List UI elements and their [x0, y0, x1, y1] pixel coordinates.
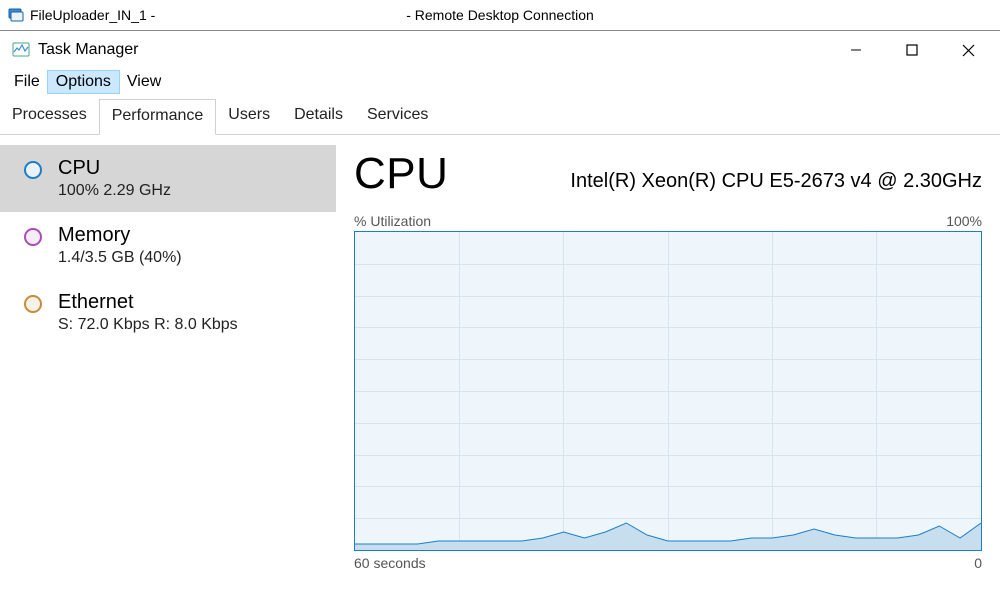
sidebar-cpu-sub: 100% 2.29 GHz: [58, 182, 171, 200]
menu-file[interactable]: File: [6, 71, 48, 93]
graph-x-right: 0: [974, 555, 982, 571]
sidebar-memory-sub: 1.4/3.5 GB (40%): [58, 249, 182, 267]
cpu-icon: [24, 161, 42, 179]
graph-labels-bottom: 60 seconds 0: [354, 555, 982, 571]
sidebar-cpu-title: CPU: [58, 157, 171, 180]
app-title: Task Manager: [38, 41, 828, 59]
tab-processes[interactable]: Processes: [0, 99, 99, 134]
window-controls: [828, 31, 996, 69]
menu-bar: File Options View: [0, 69, 1000, 99]
maximize-button[interactable]: [884, 31, 940, 69]
ethernet-icon: [24, 295, 42, 313]
close-button[interactable]: [940, 31, 996, 69]
performance-main: CPU Intel(R) Xeon(R) CPU E5-2673 v4 @ 2.…: [336, 135, 1000, 609]
graph-x-left: 60 seconds: [354, 555, 426, 571]
tab-details[interactable]: Details: [282, 99, 355, 134]
rdc-title-bar: FileUploader_IN_1 - - Remote Desktop Con…: [0, 0, 1000, 31]
memory-icon: [24, 228, 42, 246]
graph-labels-top: % Utilization 100%: [354, 213, 982, 229]
task-manager-icon: [12, 41, 30, 59]
graph-y-label: % Utilization: [354, 213, 431, 229]
main-heading: CPU: [354, 149, 448, 199]
menu-options[interactable]: Options: [48, 71, 119, 93]
tab-services[interactable]: Services: [355, 99, 440, 134]
sidebar-memory-title: Memory: [58, 224, 182, 247]
rdc-host-name: FileUploader_IN_1 -: [30, 7, 155, 23]
tm-title-bar: Task Manager: [0, 31, 1000, 69]
graph-y-max: 100%: [946, 213, 982, 229]
rdc-icon: [8, 7, 24, 23]
sidebar-item-memory[interactable]: Memory 1.4/3.5 GB (40%): [0, 212, 336, 279]
sidebar-item-ethernet[interactable]: Ethernet S: 72.0 Kbps R: 8.0 Kbps: [0, 279, 336, 346]
cpu-model: Intel(R) Xeon(R) CPU E5-2673 v4 @ 2.30GH…: [488, 170, 982, 199]
cpu-utilization-graph[interactable]: [354, 231, 982, 551]
minimize-button[interactable]: [828, 31, 884, 69]
menu-view[interactable]: View: [119, 71, 169, 93]
sidebar-ethernet-title: Ethernet: [58, 291, 238, 314]
tab-performance[interactable]: Performance: [99, 99, 217, 135]
sidebar-ethernet-sub: S: 72.0 Kbps R: 8.0 Kbps: [58, 316, 238, 334]
tab-users[interactable]: Users: [216, 99, 282, 134]
tab-strip: Processes Performance Users Details Serv…: [0, 99, 1000, 135]
performance-sidebar: CPU 100% 2.29 GHz Memory 1.4/3.5 GB (40%…: [0, 135, 336, 609]
cpu-trace: [355, 500, 981, 550]
rdc-app-title: - Remote Desktop Connection: [406, 7, 594, 23]
sidebar-item-cpu[interactable]: CPU 100% 2.29 GHz: [0, 145, 336, 212]
